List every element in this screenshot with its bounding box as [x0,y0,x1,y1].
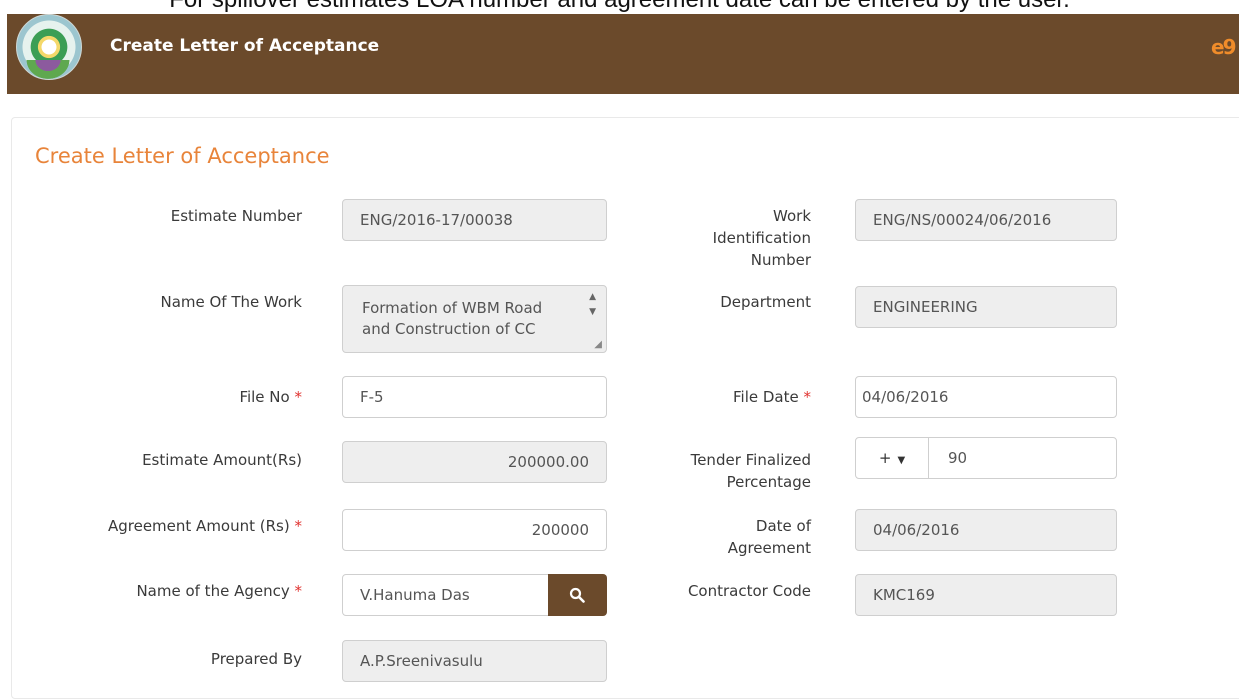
estimate-number-field[interactable]: ENG/2016-17/00038 [342,199,607,241]
file-no-label-text: File No [239,388,290,406]
required-marker: * [294,517,303,535]
work-identification-field[interactable]: ENG/NS/00024/06/2016 [855,199,1117,241]
tender-sign-value: + [878,449,892,467]
resize-grip-icon[interactable]: ◢ [594,339,602,350]
file-no-label: File No * [239,386,302,408]
date-of-agreement-label-line1: Date of [755,517,811,535]
agreement-amount-label-text: Agreement Amount (Rs) [107,517,290,535]
file-no-input[interactable]: F-5 [342,376,607,418]
logo-base-decoration [23,60,73,82]
work-identification-label-line1: Work [773,207,811,225]
work-identification-label-line2: Identification [712,229,811,247]
egov-brand-icon: e9 [1211,35,1237,59]
prepared-by-field[interactable]: A.P.Sreenivasulu [342,640,607,682]
department-field[interactable]: ENGINEERING [855,286,1117,328]
required-marker: * [803,388,812,406]
estimate-number-label: Estimate Number [170,207,302,225]
required-marker: * [294,388,303,406]
tender-percentage-label: Tender Finalized Percentage [691,449,811,493]
tender-percentage-input-group: + ▼ 90 [855,437,1117,479]
scroll-up-icon[interactable]: ▲ [589,292,596,302]
app-title: Create Letter of Acceptance [110,36,380,56]
file-date-input[interactable]: 04/06/2016 [855,376,1117,418]
contractor-code-label: Contractor Code [687,582,811,600]
agency-search-button[interactable] [548,574,607,616]
work-identification-label-line3: Number [750,251,811,269]
estimate-amount-field[interactable]: 200000.00 [342,441,607,483]
name-of-work-text: Formation of WBM Road and Construction o… [362,299,543,338]
name-of-work-label: Name Of The Work [160,293,302,311]
file-date-label: File Date * [733,386,811,408]
scroll-down-icon[interactable]: ▼ [589,307,596,317]
form-title: Create Letter of Acceptance [35,144,330,168]
work-identification-label: Work Identification Number [713,205,811,271]
date-of-agreement-field[interactable]: 04/06/2016 [855,509,1117,551]
tender-sign-dropdown[interactable]: + ▼ [856,438,929,478]
department-label: Department [720,293,811,311]
agency-input[interactable]: V.Hanuma Das [342,574,549,616]
agreement-amount-label: Agreement Amount (Rs) * [108,515,302,537]
name-of-work-textarea[interactable]: Formation of WBM Road and Construction o… [342,285,607,353]
agreement-amount-input[interactable]: 200000 [342,509,607,551]
app-header: Create Letter of Acceptance e9 [7,14,1239,94]
contractor-code-field[interactable]: KMC169 [855,574,1117,616]
tender-percentage-input[interactable]: 90 [948,438,967,478]
tender-percentage-label-line2: Percentage [726,473,811,491]
caret-down-icon: ▼ [897,455,906,466]
date-of-agreement-label: Date of Agreement [728,515,811,559]
tender-percentage-label-line1: Tender Finalized [690,451,811,469]
prepared-by-label: Prepared By [210,650,302,668]
search-icon [569,587,585,603]
file-date-label-text: File Date [732,388,799,406]
agency-label: Name of the Agency * [136,580,302,602]
agency-label-text: Name of the Agency [136,582,290,600]
date-of-agreement-label-line2: Agreement [727,539,811,557]
required-marker: * [294,582,303,600]
estimate-amount-label: Estimate Amount(Rs) [142,451,302,469]
